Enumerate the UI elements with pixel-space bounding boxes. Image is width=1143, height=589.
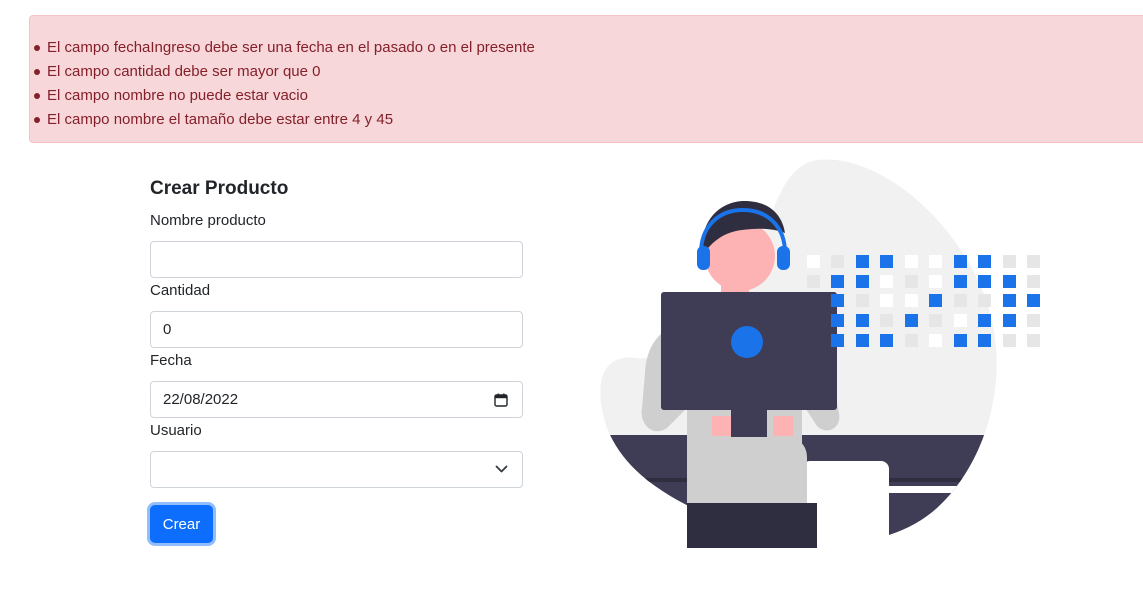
person-with-headset-at-computer-illustration <box>600 159 1040 548</box>
usuario-label: Usuario <box>150 422 202 439</box>
cantidad-label: Cantidad <box>150 282 211 299</box>
cantidad-value: 0 <box>163 321 172 338</box>
crear-button[interactable]: Crear <box>150 505 213 543</box>
chevron-down-icon <box>495 465 508 473</box>
nombre-label: Nombre producto <box>150 212 266 229</box>
bullet-icon <box>34 117 40 123</box>
fecha-input[interactable]: 22/08/2022 <box>150 381 523 418</box>
usuario-select[interactable] <box>150 451 523 488</box>
nombre-input[interactable] <box>150 241 523 278</box>
fecha-value: 22/08/2022 <box>163 391 239 408</box>
fecha-label: Fecha <box>150 352 192 369</box>
calendar-icon[interactable] <box>494 393 508 407</box>
bullet-icon <box>34 93 40 99</box>
form-title: Crear Producto <box>150 178 289 199</box>
error-alert: El campo fechaIngreso debe ser una fecha… <box>29 15 1143 143</box>
bullet-icon <box>34 69 40 75</box>
cantidad-input[interactable]: 0 <box>150 311 523 348</box>
bullet-icon <box>34 45 40 51</box>
